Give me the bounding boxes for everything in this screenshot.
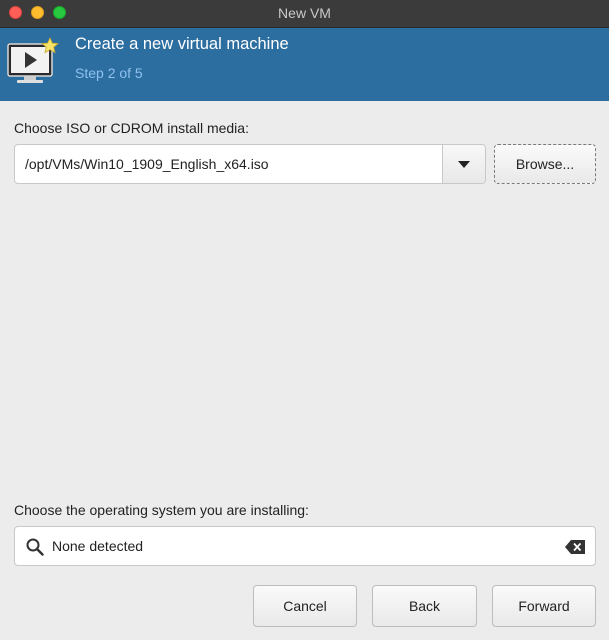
install-media-label: Choose ISO or CDROM install media: bbox=[14, 120, 249, 136]
os-label: Choose the operating system you are inst… bbox=[14, 502, 309, 518]
install-media-path[interactable]: /opt/VMs/Win10_1909_English_x64.iso bbox=[25, 156, 269, 172]
cancel-button[interactable]: Cancel bbox=[253, 585, 357, 627]
forward-button[interactable]: Forward bbox=[492, 585, 596, 627]
window-title: New VM bbox=[278, 5, 331, 21]
window-titlebar[interactable]: New VM bbox=[0, 0, 609, 28]
chevron-down-icon bbox=[458, 161, 470, 168]
install-media-dropdown-button[interactable] bbox=[442, 145, 485, 183]
wizard-title: Create a new virtual machine bbox=[75, 35, 289, 53]
os-search-value[interactable]: None detected bbox=[52, 538, 143, 554]
vm-screen-new-icon bbox=[7, 37, 60, 83]
search-icon bbox=[26, 538, 44, 556]
os-search-field[interactable]: None detected bbox=[14, 526, 596, 566]
wizard-header: Create a new virtual machine Step 2 of 5 bbox=[0, 28, 609, 101]
install-media-combobox[interactable]: /opt/VMs/Win10_1909_English_x64.iso bbox=[14, 144, 486, 184]
wizard-step-indicator: Step 2 of 5 bbox=[75, 65, 143, 81]
back-button[interactable]: Back bbox=[372, 585, 477, 627]
clear-icon[interactable] bbox=[565, 540, 585, 554]
browse-button[interactable]: Browse... bbox=[494, 144, 596, 184]
